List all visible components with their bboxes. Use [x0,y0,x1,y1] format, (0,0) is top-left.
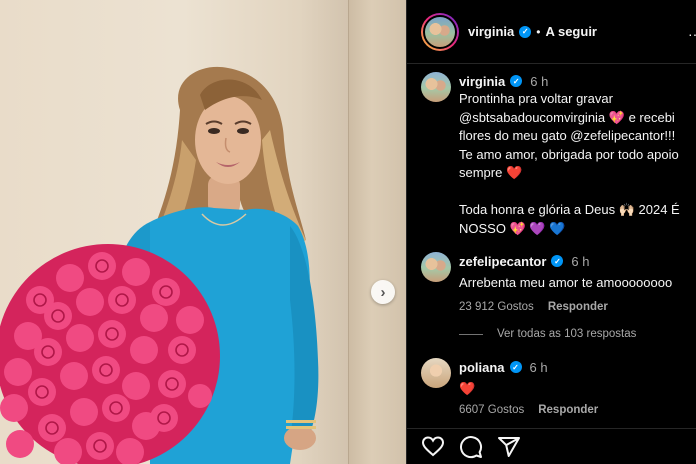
more-options-icon[interactable]: ··· [688,26,696,42]
view-replies-link[interactable]: Ver todas as 103 respostas [459,328,636,340]
comment-icon[interactable] [459,435,483,459]
comment-item: zefelipecantor ✓ 6 h Arrebenta meu amor … [421,252,696,313]
comment-text: ❤️ [459,381,476,396]
commenter-username[interactable]: zefelipecantor [459,254,546,269]
caption-author-avatar[interactable] [421,72,451,102]
comment-timestamp[interactable]: 6 h [530,360,548,375]
post-actions-bar [407,428,696,464]
caption-timestamp[interactable]: 6 h [530,74,548,89]
post-caption: virginia ✓ 6 h Prontinha pra voltar grav… [421,72,696,238]
caption-author-username[interactable]: virginia [459,74,505,89]
post-side-panel: virginia ✓ • A seguir ··· virginia ✓ 6 h… [406,0,696,464]
commenter-avatar[interactable] [421,252,451,282]
verified-badge-icon: ✓ [519,25,532,38]
commenter-username[interactable]: poliana [459,360,505,375]
comment-text: Arrebenta meu amor te amoooooooo [459,275,673,290]
verified-badge-icon: ✓ [509,361,522,373]
caption-text: Prontinha pra voltar gravar @sbtsabadouc… [459,91,680,236]
chevron-right-icon: › [380,283,386,301]
reply-button[interactable]: Responder [548,301,608,313]
send-icon[interactable] [497,435,521,459]
comment-likes[interactable]: 6607 Gostos [459,404,524,416]
instagram-post-viewer: › virginia ✓ • A seguir ··· virginia ✓ 6… [0,0,696,464]
reply-button[interactable]: Responder [538,404,598,416]
heart-icon[interactable] [421,435,445,459]
follow-button[interactable]: A seguir [545,24,597,39]
comment-item: poliana ✓ 6 h ❤️ 6607 Gostos Responder ♡ [421,358,696,416]
comment-timestamp[interactable]: 6 h [571,254,589,269]
separator-dot: • [536,24,541,39]
next-photo-button[interactable]: › [371,280,395,304]
woman-with-roses-figure [0,66,319,464]
verified-badge-icon: ✓ [510,75,523,87]
author-avatar[interactable] [421,12,459,51]
post-header: virginia ✓ • A seguir ··· [407,0,696,64]
commenter-avatar[interactable] [421,358,451,388]
comment-likes[interactable]: 23 912 Gostos [459,301,534,313]
post-photo: › [0,0,406,464]
verified-badge-icon: ✓ [551,255,564,267]
view-replies-label: Ver todas as 103 respostas [497,328,637,340]
author-username[interactable]: virginia [468,24,514,39]
replies-divider [459,333,483,335]
